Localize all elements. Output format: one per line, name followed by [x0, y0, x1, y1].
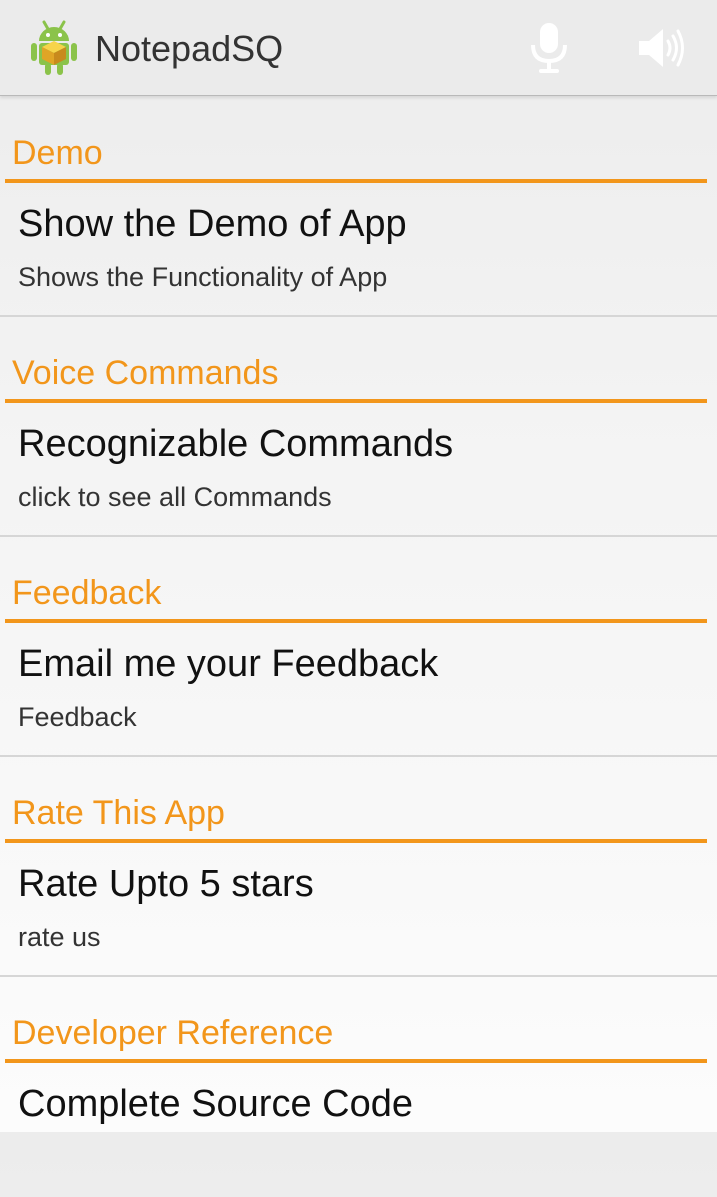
category-feedback: Feedback: [0, 537, 717, 625]
pref-title: Recognizable Commands: [18, 423, 454, 465]
speaker-button[interactable]: [632, 18, 688, 78]
settings-list: Demo Show the Demo of App Shows the Func…: [0, 97, 717, 1197]
pref-show-demo[interactable]: Show the Demo of App Shows the Functiona…: [0, 185, 717, 317]
pref-title: Rate Upto 5 stars: [18, 863, 314, 905]
pref-title: Show the Demo of App: [18, 203, 407, 245]
category-divider: [5, 399, 707, 403]
category-title: Voice Commands: [12, 354, 279, 392]
app-title: NotepadSQ: [95, 28, 284, 69]
category-voice-commands: Voice Commands: [0, 317, 717, 405]
pref-rate-stars[interactable]: Rate Upto 5 stars rate us: [0, 845, 717, 977]
action-bar: NotepadSQ: [0, 0, 717, 96]
category-divider: [5, 179, 707, 183]
category-developer-reference: Developer Reference: [0, 977, 717, 1065]
pref-summary: Feedback: [18, 702, 137, 732]
category-title: Demo: [12, 134, 103, 172]
pref-summary: Shows the Functionality of App: [18, 262, 388, 292]
category-divider: [5, 619, 707, 623]
category-rate-app: Rate This App: [0, 757, 717, 845]
category-demo: Demo: [0, 97, 717, 185]
microphone-button[interactable]: [521, 18, 577, 78]
category-title: Developer Reference: [12, 1014, 334, 1052]
pref-title: Complete Source Code: [18, 1083, 413, 1125]
category-divider: [5, 1059, 707, 1063]
speaker-icon: [639, 29, 684, 67]
pref-title: Email me your Feedback: [18, 643, 439, 685]
microphone-icon: [531, 23, 567, 73]
pref-recognizable-commands[interactable]: Recognizable Commands click to see all C…: [0, 405, 717, 537]
pref-email-feedback[interactable]: Email me your Feedback Feedback: [0, 625, 717, 757]
category-divider: [5, 839, 707, 843]
category-title: Rate This App: [12, 794, 225, 832]
android-app-icon[interactable]: [29, 19, 79, 77]
pref-summary: click to see all Commands: [18, 482, 332, 512]
pref-source-code[interactable]: Complete Source Code: [0, 1065, 717, 1197]
pref-summary: rate us: [18, 922, 101, 952]
category-title: Feedback: [12, 574, 162, 612]
